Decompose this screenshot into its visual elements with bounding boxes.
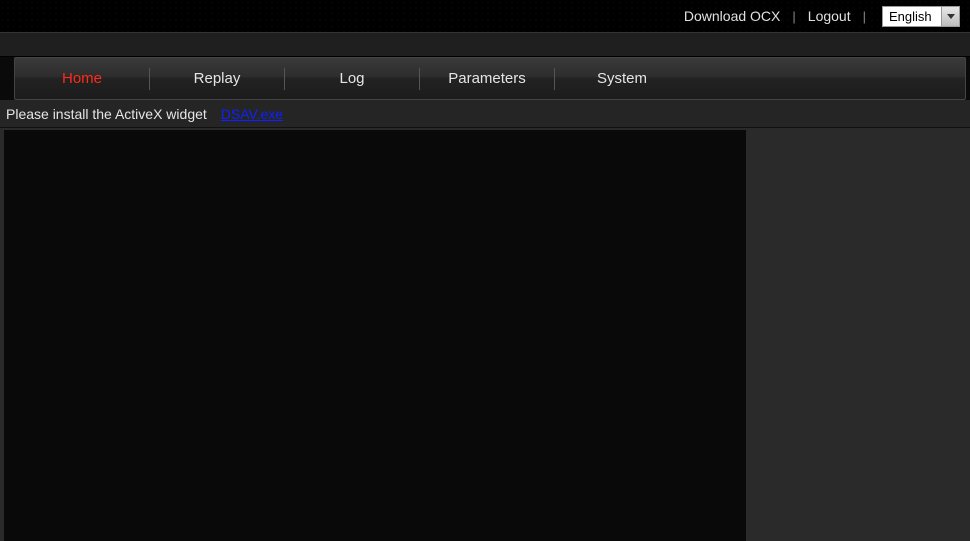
side-panel — [746, 128, 970, 541]
install-message: Please install the ActiveX widget — [6, 106, 207, 122]
logout-link[interactable]: Logout — [808, 8, 851, 24]
video-viewport — [4, 130, 746, 541]
nav-replay[interactable]: Replay — [150, 70, 284, 87]
dropdown-arrow-icon[interactable] — [941, 7, 959, 26]
install-notice-bar: Please install the ActiveX widget DSAV.e… — [0, 100, 970, 128]
separator: | — [792, 9, 795, 24]
language-selected-value: English — [883, 9, 941, 24]
main-nav: Home Replay Log Parameters System — [14, 57, 966, 100]
install-download-link[interactable]: DSAV.exe — [221, 106, 283, 122]
language-select[interactable]: English — [882, 6, 960, 27]
nav-log[interactable]: Log — [285, 70, 419, 87]
content-area — [0, 128, 970, 541]
separator: | — [863, 9, 866, 24]
header-gap — [0, 33, 970, 57]
top-bar: Download OCX | Logout | English — [0, 0, 970, 33]
nav-system[interactable]: System — [555, 70, 689, 87]
nav-home[interactable]: Home — [15, 70, 149, 87]
download-ocx-link[interactable]: Download OCX — [684, 8, 781, 24]
nav-parameters[interactable]: Parameters — [420, 70, 554, 87]
